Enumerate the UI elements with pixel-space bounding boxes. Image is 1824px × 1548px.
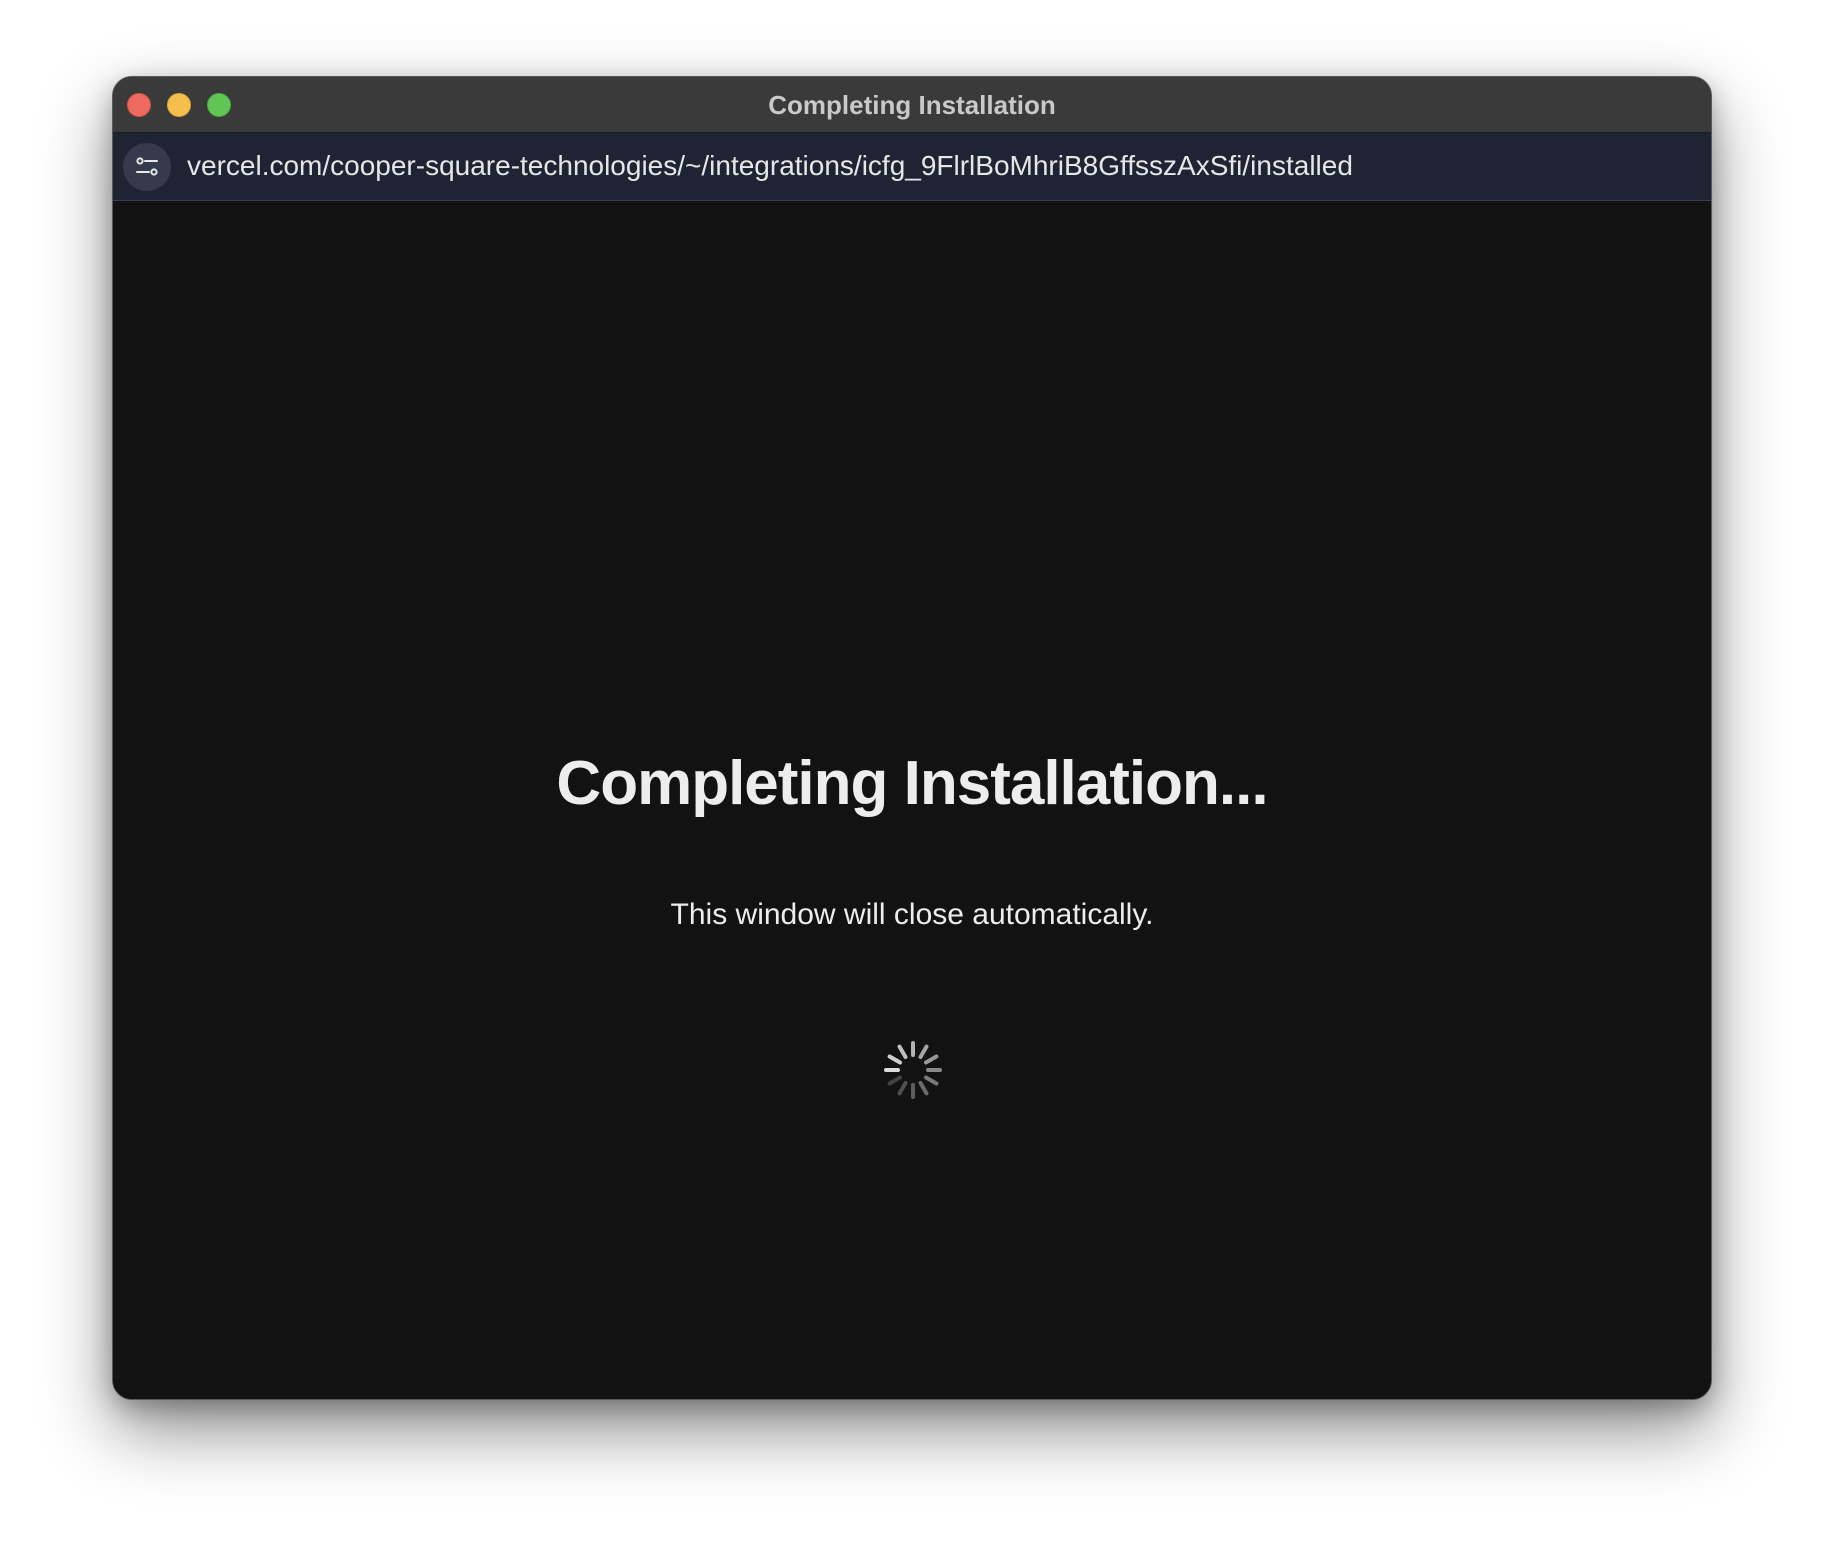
spinner-spoke	[887, 1075, 903, 1086]
page-content: Completing Installation... This window w…	[113, 201, 1711, 1399]
spinner-spoke	[897, 1044, 908, 1060]
title-bar: Completing Installation	[113, 77, 1711, 133]
status-message: This window will close automatically.	[670, 898, 1154, 931]
spinner-spoke	[923, 1075, 939, 1086]
spinner-spoke	[923, 1054, 939, 1065]
spinner-spoke	[887, 1054, 903, 1065]
browser-window: Completing Installation vercel.com/coope…	[112, 76, 1712, 1400]
site-settings-icon[interactable]	[123, 143, 171, 191]
spinner-spoke	[918, 1080, 929, 1096]
address-bar[interactable]: vercel.com/cooper-square-technologies/~/…	[113, 133, 1711, 201]
window-title: Completing Installation	[768, 90, 1056, 120]
url-text[interactable]: vercel.com/cooper-square-technologies/~/…	[187, 133, 1353, 199]
spinner-icon	[884, 1041, 942, 1099]
spinner-spoke	[897, 1080, 908, 1096]
spinner-spoke	[918, 1044, 929, 1060]
page-heading: Completing Installation...	[556, 749, 1268, 818]
